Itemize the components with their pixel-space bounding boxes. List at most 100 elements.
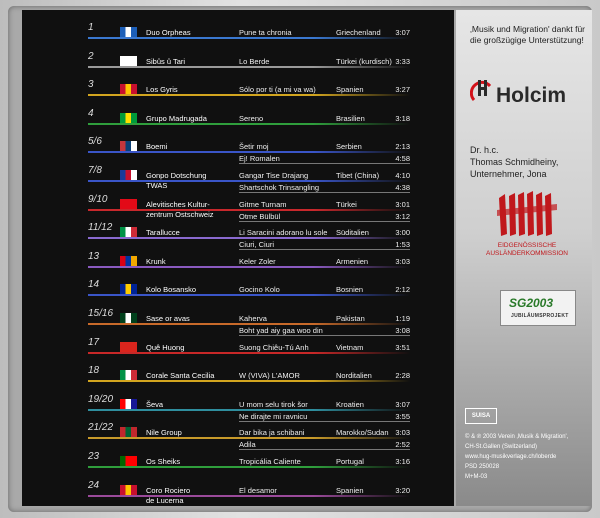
track-title: U mom selu tirok šor <box>239 399 308 409</box>
copyright-credits: © & ℗ 2003 Verein ‚Musik & Migration', CH… <box>465 432 590 482</box>
track-divider <box>88 351 410 354</box>
track-duration: 4:10 <box>395 171 410 180</box>
track-artist: Os Sheiks <box>146 457 181 466</box>
credit-line: M+M-03 <box>465 474 488 480</box>
holcim-wordmark: Holcim <box>496 84 567 107</box>
track-divider <box>88 65 410 68</box>
sponsor-line: Unternehmer, Jona <box>470 169 547 179</box>
track-number: 2 <box>88 50 94 62</box>
track-title: Pune ta chronia <box>239 28 292 37</box>
track-divider <box>88 408 410 411</box>
track-divider <box>88 151 410 154</box>
track-country: Armenien <box>336 256 369 266</box>
track-divider <box>88 323 410 325</box>
track-artist: Sibûs û Tari <box>146 56 186 66</box>
track-duration: 3:20 <box>395 485 410 495</box>
track-country: Kroatien <box>336 399 364 409</box>
track-country: Marokko/Sudan <box>336 428 389 438</box>
suisa-badge: SUISA <box>465 408 497 424</box>
track-title: Kaherva <box>239 314 267 323</box>
track-divider <box>88 494 410 497</box>
track-duration: 3:07 <box>395 28 410 37</box>
track-number: 14 <box>88 279 100 291</box>
track-title: Lo Berde <box>239 56 270 66</box>
track-title: Shartschok Trinsangling <box>239 183 320 192</box>
track-duration: 3:55 <box>395 411 410 421</box>
track-number: 1 <box>88 22 94 33</box>
sg2003-wordmark: SG2003 <box>509 296 554 310</box>
track-title: El desamor <box>239 485 277 495</box>
track-number: 9/10 <box>88 193 108 205</box>
track-number: 21/22 <box>88 422 114 434</box>
track-duration: 3:18 <box>395 113 410 123</box>
sponsor-line: Dr. h.c. <box>470 145 499 155</box>
track-duration: 1:53 <box>395 240 410 250</box>
track-duration: 3:07 <box>395 399 410 409</box>
track-artist: Nile Group <box>146 428 182 438</box>
track-title: Gangar Tise Drajang <box>239 171 309 180</box>
track-title: Otme Bülbül <box>239 211 281 221</box>
track-artist: Los Gyris <box>146 85 178 95</box>
track-artist: Grupo Madrugada <box>146 113 207 123</box>
track-title: Adila <box>239 440 256 450</box>
track-divider <box>88 466 410 468</box>
track-artist: Sase or avas <box>146 314 190 323</box>
track-artist: Ševa <box>146 399 164 409</box>
track-artist: de Lucerna <box>146 495 184 505</box>
track-divider <box>88 180 410 182</box>
track-country: Norditalien <box>336 371 372 381</box>
track-number: 18 <box>88 365 100 377</box>
track-country: Serbien <box>336 142 362 152</box>
track-title: Šetir moj <box>239 142 269 152</box>
sub-divider <box>239 220 410 222</box>
track-artist: Duo Orpheas <box>146 28 191 37</box>
track-number: 5/6 <box>88 136 102 148</box>
track-title: Gitme Turnam <box>239 199 287 209</box>
track-duration: 3:01 <box>395 199 410 209</box>
cd-case: 1 Duo Orpheas Pune ta chronia Griechenland 3… <box>0 0 600 518</box>
track-number: 11/12 <box>88 222 113 234</box>
track-number: 3 <box>88 79 94 91</box>
track-duration: 4:58 <box>395 154 410 164</box>
track-country: Griechenland <box>336 28 381 37</box>
track-country: Türkei <box>336 199 357 209</box>
track-duration: 4:38 <box>395 183 410 192</box>
track-duration: 3:03 <box>395 256 410 266</box>
track-divider <box>88 208 410 211</box>
tracklist-inlay: 1 Duo Orpheas Pune ta chronia Griechenland 3… <box>22 10 454 506</box>
track-title: Gocino Kolo <box>239 285 280 295</box>
credit-line: CH-St.Gallen (Switzerland) <box>465 444 538 450</box>
holcim-logo-icon <box>470 80 492 101</box>
track-duration: 2:52 <box>395 440 410 450</box>
credit-line: © & ℗ 2003 Verein ‚Musik & Migration', <box>465 434 569 440</box>
sponsor-line: Thomas Schmidheiny, <box>470 157 559 167</box>
track-title: Boht yad aiy gaa woo din <box>239 326 323 335</box>
track-number: 15/16 <box>88 308 114 319</box>
sub-divider <box>239 192 410 193</box>
track-title: Ciuri, Ciuri <box>239 240 275 250</box>
sg2003-subtitle: JUBILÄUMSPROJEKT <box>511 313 569 319</box>
track-duration: 3:00 <box>395 228 410 238</box>
track-duration: 2:12 <box>395 285 410 295</box>
sg2003-logo: SG2003 JUBILÄUMSPROJEKT <box>500 290 576 326</box>
track-artist: Coro Rociero <box>146 485 191 495</box>
track-divider <box>88 437 410 440</box>
track-number: 24 <box>88 479 100 491</box>
track-title: Ej! Romalen <box>239 154 280 164</box>
track-divider <box>88 37 410 39</box>
track-duration: 3:03 <box>395 428 410 438</box>
sub-divider <box>239 249 410 251</box>
track-artist: Quê Huong <box>146 342 185 352</box>
track-duration: 3:33 <box>395 56 410 66</box>
track-number: 4 <box>88 107 94 119</box>
track-title: Tropicália Caliente <box>239 457 301 466</box>
ekc-line: AUSLÄNDERKOMMISSION <box>486 250 568 257</box>
track-duration: 1:19 <box>395 314 410 323</box>
track-artist: TWAS <box>146 181 168 190</box>
track-title: W (VIVA) L'AMOR <box>239 371 300 381</box>
track-artist: Boemi <box>146 142 168 152</box>
sub-divider <box>239 163 410 165</box>
track-number: 13 <box>88 250 100 262</box>
track-number: 7/8 <box>88 165 102 176</box>
ekc-logo-icon <box>497 191 557 236</box>
